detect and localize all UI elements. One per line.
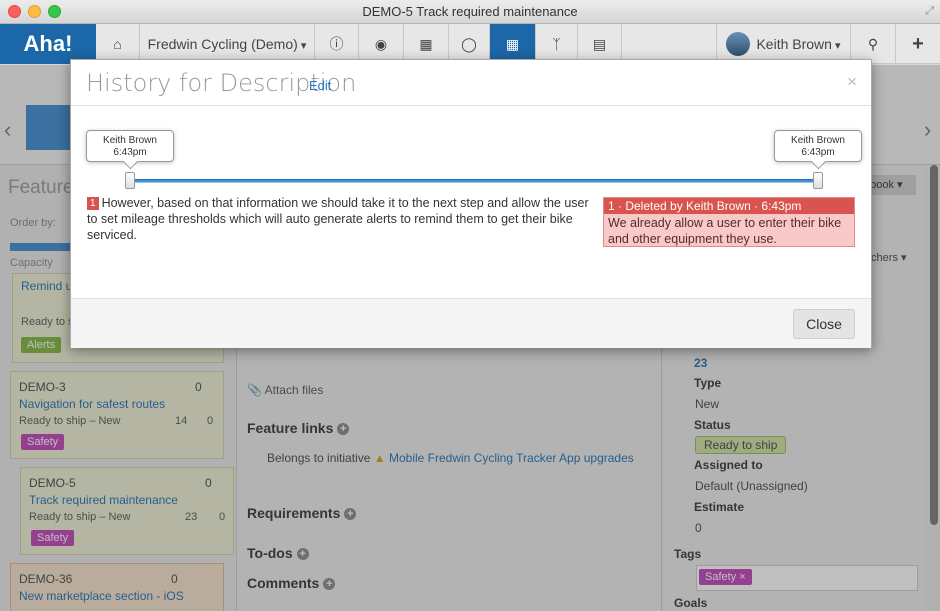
current-description: 1 However, based on that information we s… bbox=[87, 195, 602, 243]
top-nav: Aha! ⌂ Fredwin Cycling (Demo) ⓘ ◉ ▦ ◯ ▦ … bbox=[0, 24, 940, 64]
modal-footer: Close bbox=[71, 298, 871, 348]
target-icon[interactable]: ◉ bbox=[359, 24, 404, 64]
deleted-change-header: 1 · Deleted by Keith Brown · 6:43pm bbox=[604, 198, 854, 214]
user-menu[interactable]: Keith Brown bbox=[716, 24, 851, 64]
tooltip-time: 6:43pm bbox=[113, 147, 147, 158]
product-name: Fredwin Cycling (Demo) bbox=[148, 36, 307, 52]
history-timeline-slider[interactable] bbox=[130, 179, 818, 183]
timeline-tooltip-left: Keith Brown 6:43pm bbox=[86, 130, 174, 162]
tooltip-user: Keith Brown bbox=[103, 135, 157, 146]
modal-header: History for Description Edit × bbox=[71, 60, 871, 106]
timeline-tooltip-right: Keith Brown 6:43pm bbox=[774, 130, 862, 162]
edit-link[interactable]: Edit bbox=[309, 78, 331, 93]
lightbulb-icon[interactable]: ◯ bbox=[449, 24, 490, 64]
close-icon[interactable]: × bbox=[847, 72, 857, 92]
search-icon[interactable]: ⚲ bbox=[851, 24, 896, 64]
change-number-badge: 1 bbox=[87, 197, 99, 210]
window-titlebar: DEMO-5 Track required maintenance ⤢ bbox=[0, 0, 940, 24]
add-icon[interactable]: + bbox=[896, 24, 940, 64]
aha-logo[interactable]: Aha! bbox=[0, 24, 96, 64]
fullscreen-icon[interactable]: ⤢ bbox=[925, 5, 934, 18]
history-modal: History for Description Edit × Keith Bro… bbox=[70, 59, 872, 348]
user-name: Keith Brown bbox=[756, 36, 840, 52]
grid-icon[interactable]: ▦ bbox=[490, 24, 536, 64]
calendar-icon[interactable]: ▦ bbox=[404, 24, 449, 64]
avatar bbox=[726, 32, 751, 56]
current-description-text: However, based on that information we sh… bbox=[87, 196, 589, 242]
tooltip-user: Keith Brown bbox=[791, 135, 845, 146]
branch-icon[interactable]: ᛉ bbox=[536, 24, 578, 64]
deleted-change: 1 · Deleted by Keith Brown · 6:43pm We a… bbox=[603, 197, 855, 247]
timeline-handle-left[interactable] bbox=[125, 172, 135, 189]
window-title: DEMO-5 Track required maintenance bbox=[362, 4, 578, 19]
info-icon[interactable]: ⓘ bbox=[315, 24, 359, 64]
close-button[interactable]: Close bbox=[793, 309, 855, 339]
product-selector[interactable]: Fredwin Cycling (Demo) bbox=[140, 24, 315, 64]
notebook-icon[interactable]: ▤ bbox=[578, 24, 622, 64]
deleted-change-text: We already allow a user to enter their b… bbox=[608, 216, 842, 246]
timeline-handle-right[interactable] bbox=[813, 172, 823, 189]
home-icon[interactable]: ⌂ bbox=[96, 24, 140, 64]
tooltip-time: 6:43pm bbox=[801, 147, 835, 158]
